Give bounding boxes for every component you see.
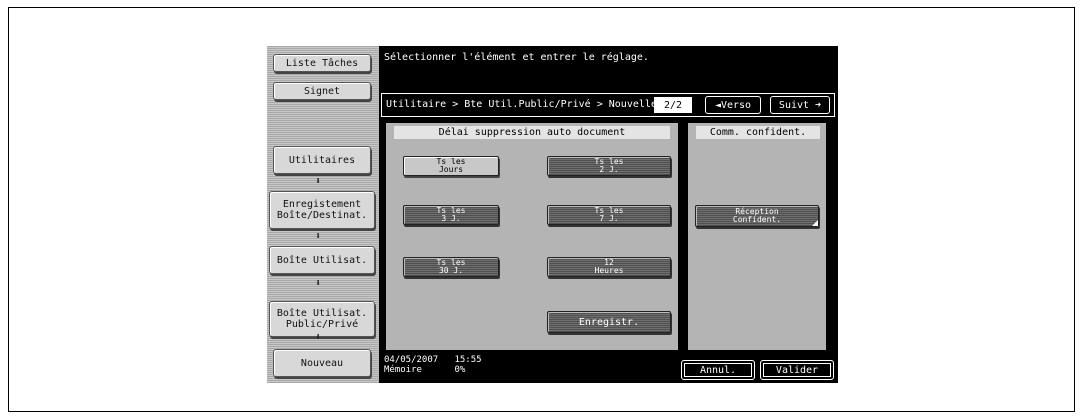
breadcrumb-bar: Utilitaire > Bte Util.Public/Privé > Nou… bbox=[381, 93, 835, 117]
instruction-message: Sélectionner l'élément et entrer le régl… bbox=[384, 52, 649, 63]
breadcrumb: Utilitaire > Bte Util.Public/Privé > Nou… bbox=[386, 99, 657, 110]
step-registration-button[interactable]: Enregistement Boîte/Destinat. bbox=[269, 191, 375, 229]
confidential-reception-label: Réception Confident. bbox=[732, 207, 782, 224]
down-arrow-icon: ⬇ bbox=[315, 231, 322, 242]
datetime: 04/05/2007 15:55 bbox=[384, 355, 482, 365]
auto-delete-title: Délai suppression auto document bbox=[394, 126, 670, 139]
ok-button[interactable]: Valider bbox=[760, 360, 834, 380]
sidebar: Liste Tâches Signet Utilitaires ⬇ Enregi… bbox=[267, 46, 379, 383]
auto-delete-panel: Délai suppression auto document Ts les J… bbox=[386, 123, 678, 350]
step-public-private-box-button[interactable]: Boîte Utilisat. Public/Privé bbox=[269, 301, 375, 337]
step-utilities-button[interactable]: Utilitaires bbox=[273, 146, 371, 174]
corner-indicator-icon bbox=[812, 220, 818, 226]
down-arrow-icon: ⬇ bbox=[315, 176, 322, 187]
confidential-title: Comm. confident. bbox=[696, 126, 820, 139]
step-user-box-button[interactable]: Boîte Utilisat. bbox=[269, 246, 375, 274]
previous-page-button[interactable]: ◄Verso bbox=[705, 96, 761, 114]
option-every-30-days-button[interactable]: Ts les 30 J. bbox=[403, 257, 499, 277]
page-indicator: 2/2 bbox=[654, 97, 692, 113]
down-arrow-icon: ⬇ bbox=[315, 278, 322, 289]
step-new-button[interactable]: Nouveau bbox=[273, 349, 371, 377]
bookmark-button[interactable]: Signet bbox=[273, 82, 371, 100]
confidential-reception-button[interactable]: Réception Confident. bbox=[695, 205, 819, 227]
option-every-2-days-button[interactable]: Ts les 2 J. bbox=[547, 156, 671, 176]
next-page-button[interactable]: Suivt ➜ bbox=[770, 96, 830, 114]
option-every-3-days-button[interactable]: Ts les 3 J. bbox=[403, 205, 499, 225]
option-12-hours-button[interactable]: 12 Heures bbox=[547, 257, 671, 277]
cancel-button[interactable]: Annul. bbox=[681, 360, 755, 380]
job-list-button[interactable]: Liste Tâches bbox=[273, 54, 371, 72]
register-button[interactable]: Enregistr. bbox=[547, 311, 671, 333]
memory-status: Mémoire 0% bbox=[384, 365, 466, 375]
control-panel-screen: Liste Tâches Signet Utilitaires ⬇ Enregi… bbox=[267, 46, 838, 383]
option-every-day-button[interactable]: Ts les Jours bbox=[403, 156, 499, 176]
confidential-panel: Comm. confident. Réception Confident. bbox=[688, 123, 826, 350]
option-every-7-days-button[interactable]: Ts les 7 J. bbox=[547, 205, 671, 225]
status-area: 04/05/2007 15:55 Mémoire 0% bbox=[384, 355, 482, 375]
down-arrow-icon: ⬇ bbox=[315, 332, 322, 343]
